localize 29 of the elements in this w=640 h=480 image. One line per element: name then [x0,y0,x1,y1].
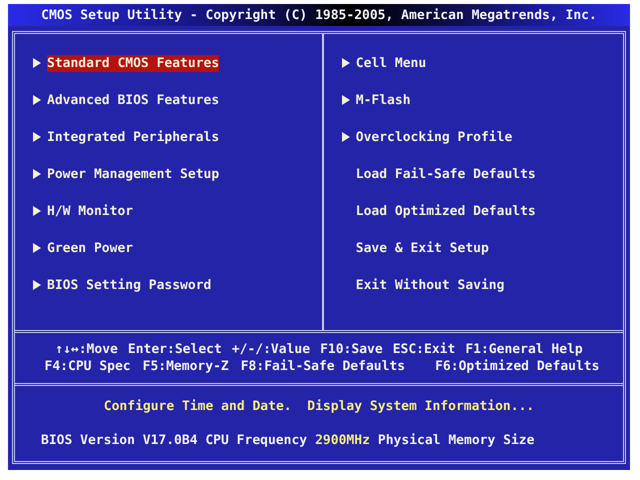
menu-item[interactable]: Exit Without Saving [356,276,504,294]
key-hint: F4:CPU Spec [44,359,131,374]
menu-item[interactable]: Integrated Peripherals [47,128,220,146]
menu-item[interactable]: Standard CMOS Features [47,54,220,72]
menu-item[interactable]: M-Flash [356,92,411,108]
menu-item[interactable]: Power Management Setup [47,166,220,182]
key-hint: F1:General Help [465,342,583,357]
key-hint: F5:Memory-Z [142,359,229,374]
system-info: 2900MHz [315,432,370,448]
key-hint: F6:Optimized Defaults [435,359,600,374]
menu-item[interactable]: Cell Menu [356,54,426,72]
menu-item[interactable]: H/W Monitor [47,202,134,220]
key-hint: Enter:Select [128,342,222,357]
key-hint: ↑↓↔:Move [55,342,118,357]
menu-item[interactable]: Load Optimized Defaults [356,202,536,220]
menu-item[interactable]: Save & Exit Setup [356,240,489,256]
menu-item[interactable]: Advanced BIOS Features [47,92,220,108]
key-hint: ESC:Exit [392,342,456,357]
item-description: Configure Time and Date. Display System Information... [104,399,534,414]
title-bar: CMOS Setup Utility - Copyright (C) 1985-2005, American Megatrends, Inc. [8,4,630,26]
key-hint: F8:Fail-Safe Defaults [240,359,406,374]
menu-item[interactable]: Green Power [47,240,134,256]
system-info: Physical Memory Size [378,432,534,448]
menu-item[interactable]: BIOS Setting Password [47,276,212,294]
menu-item[interactable]: Load Fail-Safe Defaults [356,166,536,182]
key-hint: +/-/:Value [232,342,310,357]
key-hint: F10:Save [320,342,383,357]
menu-item[interactable]: Overclocking Profile [356,128,512,146]
system-info: BIOS Version V17.0B4 CPU Frequency [41,432,308,448]
